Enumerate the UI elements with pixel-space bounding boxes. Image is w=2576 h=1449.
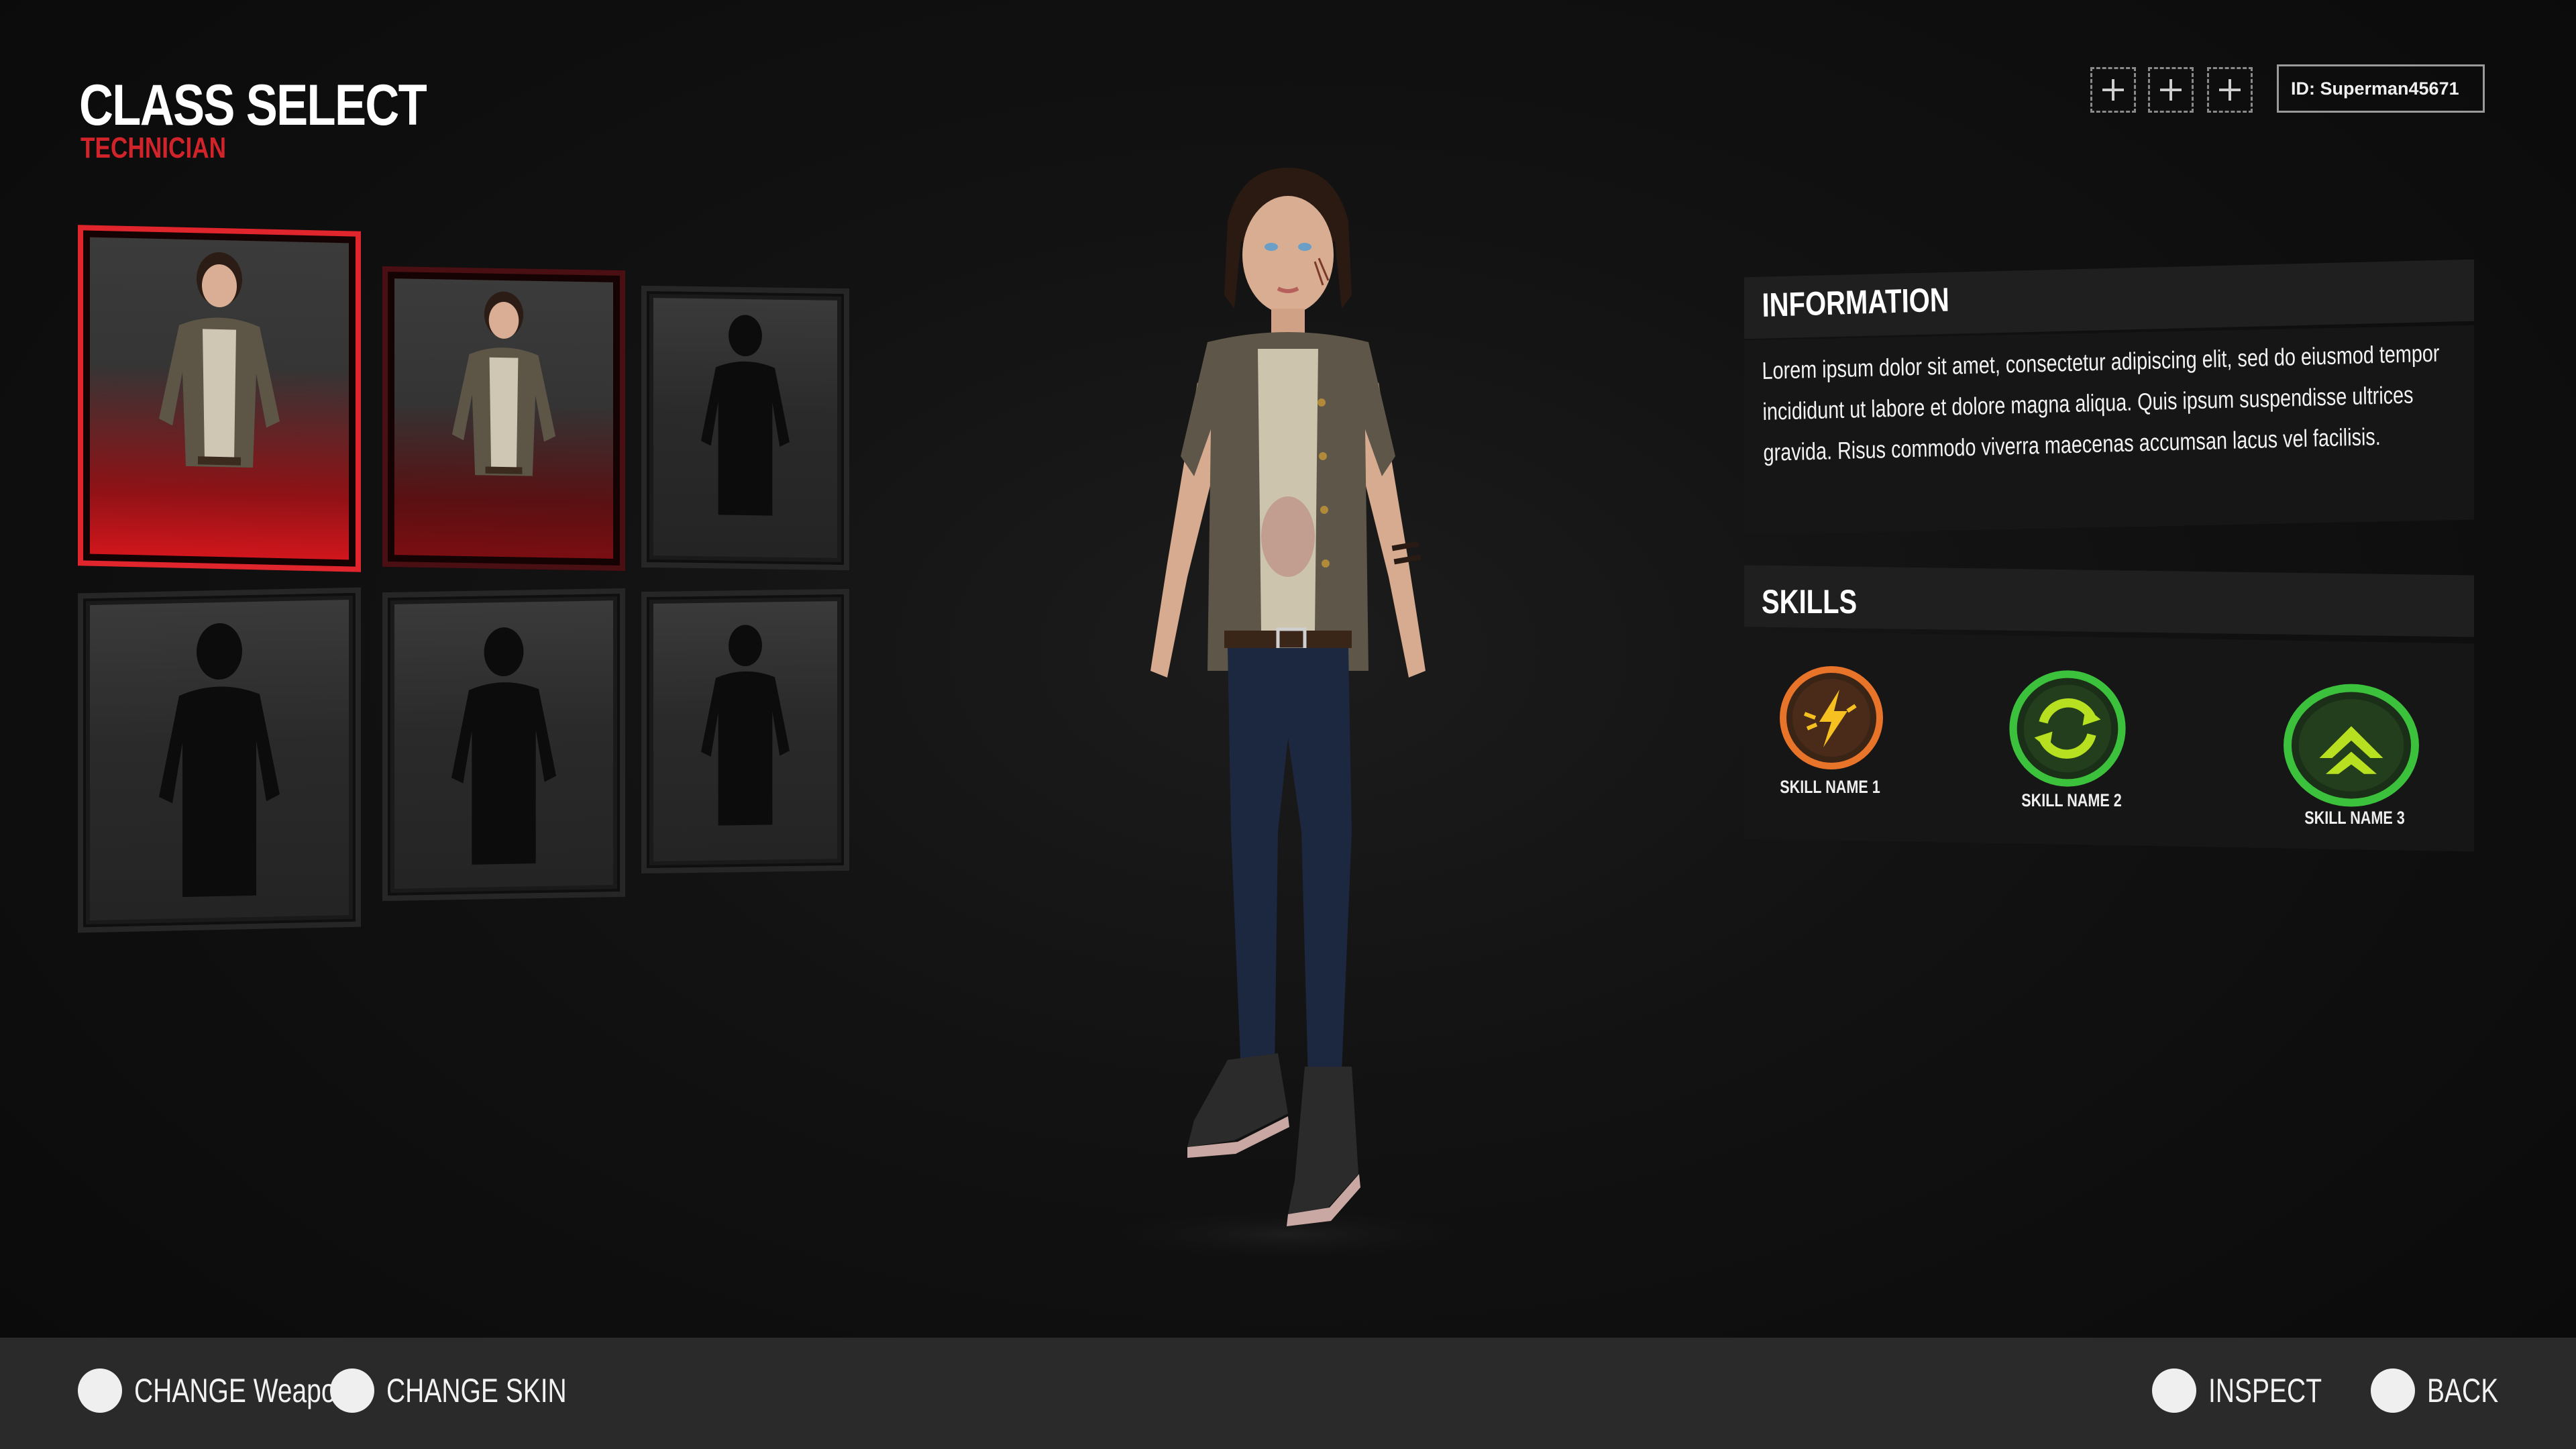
character-card-6[interactable] [641,588,849,874]
skill-name-2: SKILL NAME 2 [2021,790,2122,810]
plus-icon [2160,79,2182,101]
refresh-cycle-icon [2009,670,2126,787]
change-skin-label: CHANGE SKIN [386,1372,567,1409]
information-title: INFORMATION [1762,280,1950,324]
change-skin-button[interactable]: CHANGE SKIN [330,1367,618,1414]
back-label: BACK [2427,1372,2499,1409]
button-prompt-icon [78,1368,122,1413]
character-model[interactable] [1087,161,1489,1261]
lightning-burst-icon [1780,666,1883,769]
technician-portrait [451,291,556,476]
plus-icon [2219,79,2241,101]
locked-silhouette [701,625,790,826]
locked-silhouette [701,315,790,516]
skill-name-3: SKILL NAME 3 [2304,808,2405,828]
button-prompt-icon [2152,1368,2196,1413]
change-weapon-label: CHANGE Weapon [134,1372,351,1409]
locked-silhouette [451,627,556,865]
button-prompt-icon [2371,1368,2415,1413]
chevron-up-icon [2284,684,2419,807]
add-slot-button-3[interactable] [2207,67,2253,113]
skills-title: SKILLS [1762,583,1858,621]
inspect-label: INSPECT [2208,1372,2322,1409]
page-title: CLASS SELECT [79,73,427,138]
add-slot-button-1[interactable] [2090,67,2136,113]
add-slot-button-2[interactable] [2148,67,2194,113]
skill-name-1: SKILL NAME 1 [1780,777,1880,797]
character-card-1[interactable] [78,225,361,572]
technician-portrait [159,252,280,468]
character-card-5[interactable] [382,588,625,902]
plus-icon [2102,79,2124,101]
locked-silhouette [159,623,280,898]
back-button[interactable]: BACK [2371,1367,2518,1414]
character-card-2[interactable] [382,266,625,572]
class-name: TECHNICIAN [80,131,227,164]
information-body: Lorem ipsum dolor sit amet, consectetur … [1762,339,2440,466]
player-id: ID: Superman45671 [2277,64,2485,113]
character-card-4[interactable] [78,587,361,933]
character-card-3[interactable] [641,285,849,571]
inspect-button[interactable]: INSPECT [2152,1367,2354,1414]
button-prompt-icon [330,1368,374,1413]
